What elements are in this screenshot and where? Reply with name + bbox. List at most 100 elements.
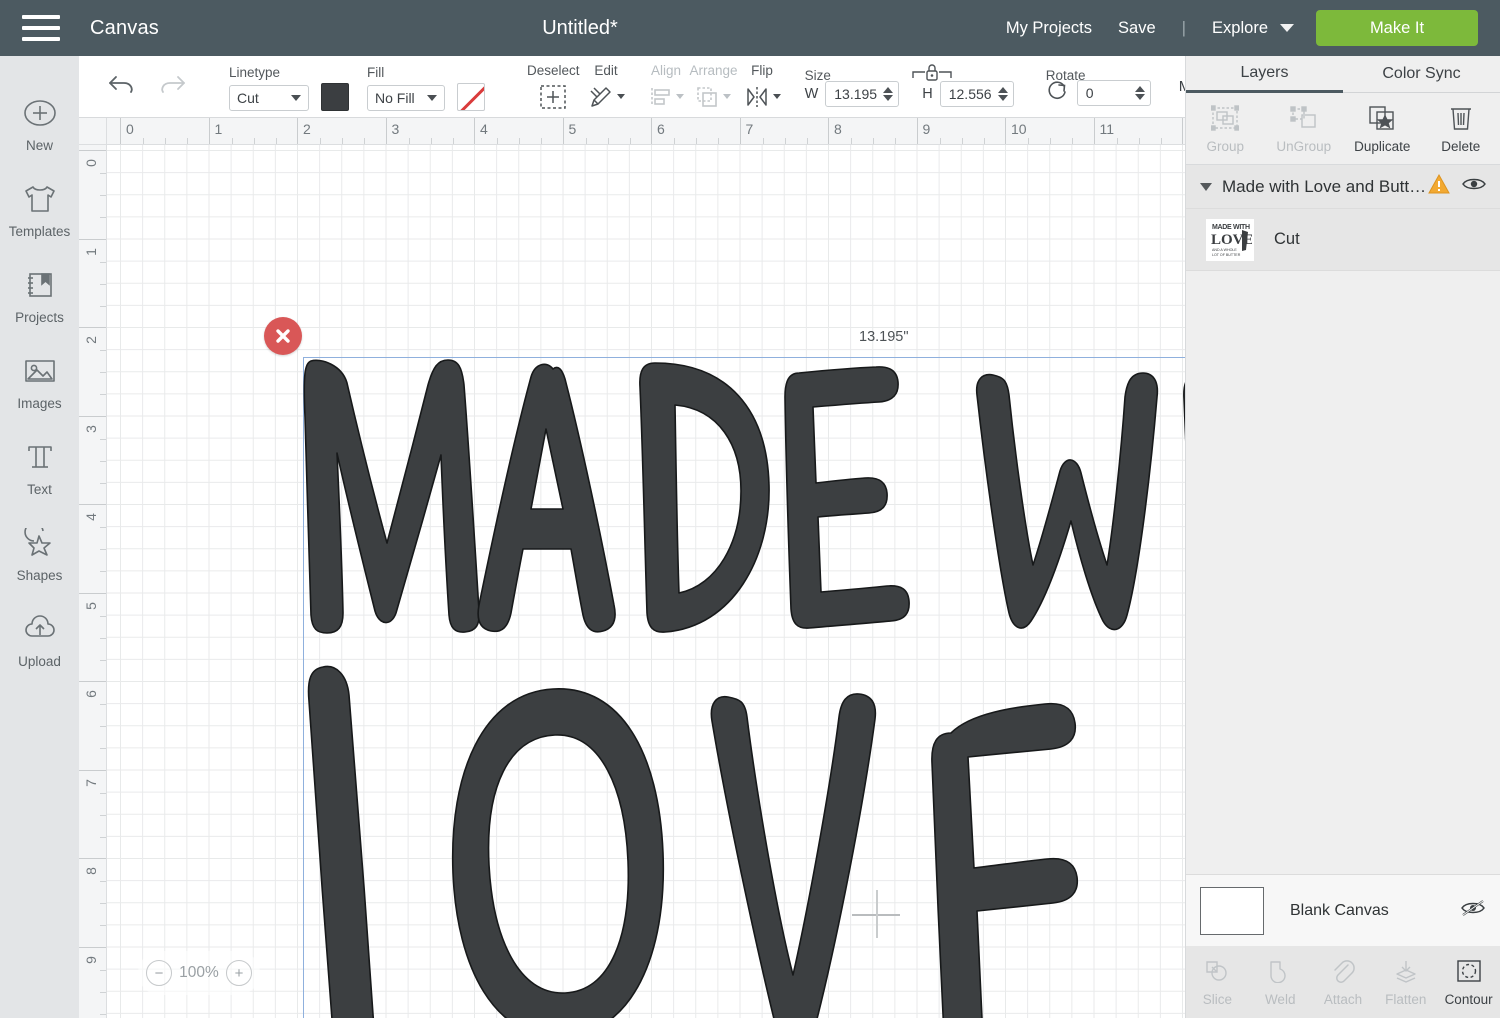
sidebar-label: New	[25, 138, 53, 153]
lock-closed-icon[interactable]	[911, 62, 953, 89]
undo-icon[interactable]	[97, 72, 147, 101]
machine-selector[interactable]: Explore	[1212, 19, 1294, 38]
align-icon	[649, 83, 684, 111]
zoom-control[interactable]: − 100% +	[138, 951, 260, 995]
slice-button[interactable]: Slice	[1186, 954, 1249, 1007]
layer-group-row[interactable]: Made with Love and Butt…	[1186, 165, 1500, 209]
ruler-tick-label: 6	[83, 690, 99, 698]
sidebar-item-new[interactable]: New	[0, 80, 79, 166]
svg-text:MADE WITH: MADE WITH	[1212, 224, 1250, 231]
sidebar-item-text[interactable]: Text	[0, 424, 79, 510]
left-sidebar: New Templates Projects Images Text Shape…	[0, 56, 79, 1018]
canvas-thumbnail	[1200, 886, 1264, 935]
width-stepper[interactable]	[883, 86, 898, 101]
ruler-tick-label: 5	[568, 121, 577, 137]
fill-field: Fill No Fill	[367, 63, 445, 111]
attach-button[interactable]: Attach	[1312, 954, 1375, 1007]
hamburger-icon[interactable]	[22, 15, 60, 41]
rotate-icon[interactable]	[1046, 80, 1068, 107]
align-label: Align	[651, 62, 682, 78]
tab-color-sync[interactable]: Color Sync	[1343, 56, 1500, 93]
zoom-in-button[interactable]: +	[226, 960, 252, 986]
delete-label: Delete	[1441, 139, 1481, 154]
document-title[interactable]: Untitled*	[0, 17, 1160, 40]
sidebar-label: Text	[27, 482, 52, 497]
delete-x-icon[interactable]	[264, 317, 302, 355]
delete-button[interactable]: Delete	[1422, 101, 1500, 154]
zoom-out-button[interactable]: −	[146, 960, 172, 986]
ruler-tick-v: 2	[79, 327, 106, 416]
eye-icon[interactable]	[1462, 176, 1486, 197]
rotate-group: Rotate 0	[1046, 56, 1151, 118]
edit-button[interactable]: Edit	[588, 63, 625, 111]
my-projects-link[interactable]: My Projects	[1006, 19, 1092, 38]
contour-button[interactable]: Contour	[1437, 954, 1500, 1007]
canvas-layer-row[interactable]: Blank Canvas	[1186, 874, 1500, 946]
height-stepper[interactable]	[997, 86, 1013, 101]
upload-cloud-icon	[22, 609, 58, 649]
canvas-grid[interactable]: 13.195" − 100% +	[107, 145, 1185, 1018]
align-button[interactable]: Align	[649, 63, 684, 111]
ruler-tick-label: 10	[1011, 121, 1027, 137]
ruler-tick-label: 9	[83, 955, 99, 964]
linetype-select[interactable]: Cut	[229, 84, 309, 111]
ruler-tick-label: 3	[391, 121, 400, 137]
app-header: Canvas Untitled* My Projects Save | Expl…	[0, 0, 1500, 56]
eye-slash-icon[interactable]	[1460, 898, 1486, 923]
fill-select[interactable]: No Fill	[367, 84, 445, 111]
width-input[interactable]: 13.195	[825, 80, 900, 107]
group-icon	[1211, 101, 1240, 135]
tab-layers[interactable]: Layers	[1186, 56, 1343, 93]
ruler-tick-label: 2	[303, 121, 311, 137]
deselect-button[interactable]: Deselect	[527, 63, 580, 111]
ruler-tick-v: 0	[79, 150, 106, 239]
weld-button[interactable]: Weld	[1249, 954, 1312, 1007]
header-actions: My Projects Save | Explore Make It	[1006, 10, 1500, 46]
chevron-down-icon[interactable]	[1200, 182, 1212, 191]
layer-thumbnail: MADE WITH LOVE AND A WHOLE LOT OF BUTTER	[1206, 218, 1254, 261]
svg-text:AND A WHOLE: AND A WHOLE	[1212, 248, 1237, 252]
no-fill-swatch-icon[interactable]	[457, 82, 485, 111]
redo-icon[interactable]	[147, 72, 197, 101]
shapes-star-icon	[23, 523, 57, 563]
flip-button[interactable]: Flip	[744, 63, 781, 111]
arrange-button[interactable]: Arrange	[690, 63, 738, 111]
canvas-label: Canvas	[90, 16, 160, 39]
warning-triangle-icon[interactable]	[1428, 173, 1450, 199]
linetype-color-swatch[interactable]	[321, 82, 349, 111]
plus-circle-icon	[23, 93, 57, 133]
ruler-tick-h: 5	[562, 118, 652, 144]
ruler-tick-label: 5	[83, 601, 99, 610]
size-group: Size W 13.195 H 12.556	[805, 56, 1014, 118]
ruler-tick-h: 10	[1005, 118, 1094, 144]
canvas-area[interactable]: 0123456789101112 0123456789 13.195"	[79, 118, 1185, 1018]
canvas-artwork[interactable]	[303, 357, 1185, 1018]
save-button[interactable]: Save	[1118, 19, 1156, 38]
duplicate-button[interactable]: Duplicate	[1343, 101, 1422, 154]
sidebar-item-projects[interactable]: Projects	[0, 252, 79, 338]
chevron-down-icon	[291, 94, 301, 101]
ruler-tick-label: 7	[745, 121, 754, 137]
rotate-input[interactable]: 0	[1076, 80, 1151, 106]
picture-icon	[23, 351, 57, 391]
layer-item-row[interactable]: MADE WITH LOVE AND A WHOLE LOT OF BUTTER…	[1186, 209, 1500, 271]
weld-icon	[1267, 954, 1293, 988]
tshirt-icon	[21, 179, 59, 219]
ruler-tick-h: 6	[651, 118, 740, 144]
group-button[interactable]: Group	[1186, 101, 1265, 154]
flatten-button[interactable]: Flatten	[1374, 954, 1437, 1007]
app-root: Canvas Untitled* My Projects Save | Expl…	[0, 0, 1500, 1018]
sidebar-item-images[interactable]: Images	[0, 338, 79, 424]
sidebar-item-upload[interactable]: Upload	[0, 596, 79, 682]
rotate-stepper[interactable]	[1134, 86, 1150, 100]
contour-label: Contour	[1444, 992, 1493, 1007]
ruler-tick-label: 4	[480, 121, 488, 137]
make-it-button[interactable]: Make It	[1316, 10, 1478, 46]
sidebar-item-templates[interactable]: Templates	[0, 166, 79, 252]
ruler-tick-label: 7	[83, 778, 99, 787]
ungroup-button[interactable]: UnGroup	[1265, 101, 1344, 154]
ruler-tick-label: 1	[83, 247, 99, 256]
ungroup-label: UnGroup	[1276, 139, 1332, 154]
sidebar-label: Images	[17, 396, 62, 411]
sidebar-item-shapes[interactable]: Shapes	[0, 510, 79, 596]
